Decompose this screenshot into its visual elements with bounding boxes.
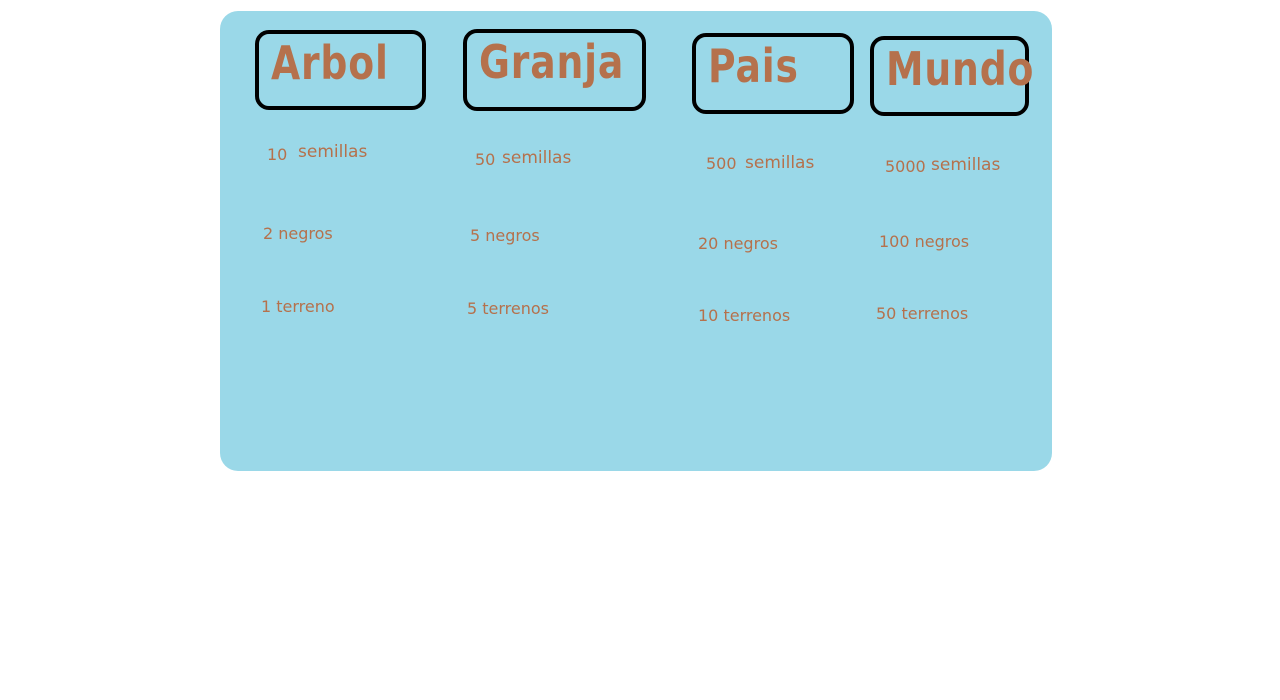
- workers-cost-arbol: 2 negros: [263, 224, 333, 243]
- seeds-amount-mundo: 5000: [885, 157, 926, 176]
- land-cost-pais: 10 terrenos: [698, 306, 791, 325]
- workers-cost-pais: 20 negros: [698, 234, 778, 253]
- seeds-amount-pais: 500: [706, 154, 737, 173]
- land-cost-arbol: 1 terreno: [261, 297, 335, 316]
- land-cost-granja: 5 terrenos: [467, 299, 550, 318]
- upgrade-title-pais: Pais: [708, 39, 799, 93]
- land-cost-mundo: 50 terrenos: [876, 304, 969, 323]
- seeds-label-granja: semillas: [502, 148, 572, 168]
- seeds-amount-arbol: 10: [267, 145, 288, 164]
- workers-cost-mundo: 100 negros: [879, 232, 970, 251]
- upgrade-button-granja[interactable]: Granja: [463, 29, 646, 111]
- seeds-label-arbol: semillas: [298, 142, 368, 162]
- upgrade-button-pais[interactable]: Pais: [692, 33, 854, 114]
- seeds-amount-granja: 50: [475, 150, 496, 169]
- upgrade-button-mundo[interactable]: Mundo: [870, 36, 1033, 116]
- upgrade-button-arbol[interactable]: Arbol: [255, 30, 426, 110]
- upgrade-title-granja: Granja: [479, 35, 625, 89]
- upgrade-title-mundo: Mundo: [886, 42, 1035, 96]
- workers-cost-granja: 5 negros: [470, 226, 540, 245]
- upgrade-title-arbol: Arbol: [271, 36, 389, 90]
- seeds-label-pais: semillas: [745, 153, 815, 173]
- seeds-label-mundo: semillas: [931, 155, 1001, 175]
